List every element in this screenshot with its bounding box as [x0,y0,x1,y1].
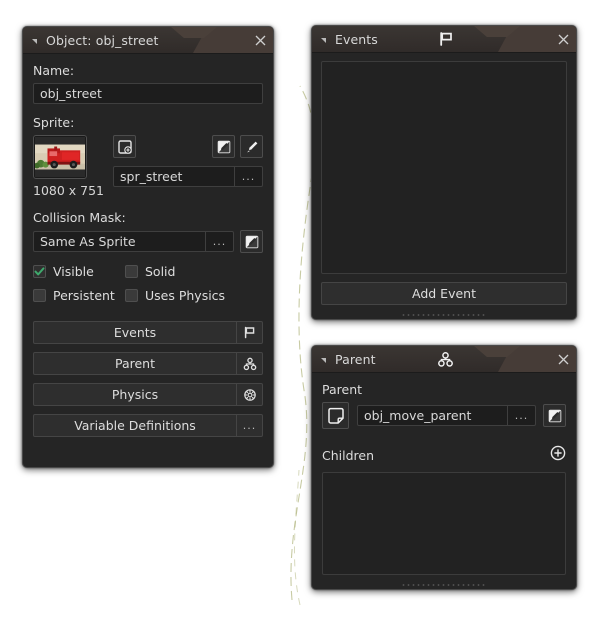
checkbox-persistent-box[interactable] [33,289,46,302]
triangle-collapse-icon[interactable] [321,358,326,363]
events-list[interactable] [321,61,567,274]
ellipsis-icon: ... [236,415,262,436]
checkbox-row-1: Visible Solid [33,264,263,279]
parent-panel-resize-grip[interactable] [401,583,487,586]
sprite-row: 1080 x 751 spr_street ... [33,135,263,198]
events-panel: Events Add Event [311,25,577,320]
checkbox-uses-physics-label: Uses Physics [145,288,226,303]
parent-panel-title: Parent [335,351,376,367]
checkbox-visible[interactable]: Visible [33,264,125,279]
add-event-button-label: Add Event [412,286,476,301]
flag-icon [438,31,454,47]
events-panel-resize-grip[interactable] [401,313,487,316]
physics-atom-icon [236,384,262,405]
parent-menu-button[interactable]: ... [507,406,535,425]
checkbox-uses-physics[interactable]: Uses Physics [125,288,225,303]
paint-brush-icon[interactable] [240,135,263,158]
triangle-collapse-icon[interactable] [32,39,37,44]
name-input-value: obj_street [40,86,102,101]
variable-definitions-button-label: Variable Definitions [74,418,196,433]
edit-image-icon[interactable] [212,135,235,158]
checkbox-solid-box[interactable] [125,265,138,278]
events-panel-titlebar[interactable]: Events [312,26,576,53]
sprite-label: Sprite: [33,115,75,130]
parent-panel-titlebar[interactable]: Parent [312,346,576,373]
parent-field-label: Parent [322,382,363,397]
parent-object-input[interactable]: obj_move_parent ... [357,405,536,426]
events-panel-title: Events [335,31,378,47]
checkbox-uses-physics-box[interactable] [125,289,138,302]
events-button[interactable]: Events [33,321,263,344]
edit-mask-icon[interactable] [240,230,263,253]
children-header-row: Children [322,445,566,465]
close-icon[interactable] [550,346,576,372]
parent-panel-body: Parent obj_move_parent ... Children [312,373,576,589]
children-label: Children [322,447,375,463]
sprite-select-input[interactable]: spr_street ... [113,166,263,187]
physics-button[interactable]: Physics [33,383,263,406]
checkbox-visible-box[interactable] [33,265,46,278]
checkbox-persistent[interactable]: Persistent [33,288,125,303]
events-button-label: Events [113,325,157,340]
physics-button-label: Physics [111,387,159,402]
collision-mask-value: Same As Sprite [40,234,136,249]
parent-panel: Parent Parent obj_move_parent ... Childr… [311,345,577,590]
close-icon[interactable] [247,27,273,53]
sprite-thumbnail-fire-truck[interactable] [33,135,87,179]
edit-object-icon[interactable] [543,404,566,427]
object-properties-panel: Object: obj_street Name: obj_street Spri… [22,26,274,468]
checkbox-persistent-label: Persistent [53,288,115,303]
object-panel-title: Object: obj_street [46,32,159,48]
collision-menu-button[interactable]: ... [205,232,233,251]
collision-mask-input[interactable]: Same As Sprite ... [33,231,234,252]
object-panel-titlebar[interactable]: Object: obj_street [23,27,273,54]
sprite-menu-button[interactable]: ... [234,167,262,186]
variable-definitions-button[interactable]: Variable Definitions ... [33,414,263,437]
plus-circle-icon[interactable] [550,445,566,465]
children-list[interactable] [322,472,566,575]
checkbox-row-2: Persistent Uses Physics [33,288,263,303]
flag-icon [236,322,262,343]
checkbox-visible-label: Visible [53,264,94,279]
parent-field-row: obj_move_parent ... [322,402,566,429]
checkbox-solid[interactable]: Solid [125,264,175,279]
triangle-collapse-icon[interactable] [321,38,326,43]
parent-object-value: obj_move_parent [364,408,472,423]
sprite-dimensions: 1080 x 751 [33,183,105,198]
name-input[interactable]: obj_street [33,83,263,104]
collision-mask-label: Collision Mask: [33,210,126,225]
events-panel-body: Add Event [312,53,576,319]
name-label: Name: [33,63,75,78]
close-icon[interactable] [550,26,576,52]
object-panel-body: Name: obj_street Sprite: 1080 x 751 spr_… [23,54,273,447]
sprite-select-value: spr_street [120,169,183,184]
add-event-button[interactable]: Add Event [321,282,567,305]
new-sprite-icon[interactable] [113,135,137,158]
parent-button[interactable]: Parent [33,352,263,375]
parent-nodes-icon [437,351,454,368]
parent-nodes-icon [236,353,262,374]
checkbox-solid-label: Solid [145,264,176,279]
object-icon[interactable] [322,402,349,429]
collision-mask-row: Same As Sprite ... [33,230,263,253]
parent-button-label: Parent [114,356,155,371]
